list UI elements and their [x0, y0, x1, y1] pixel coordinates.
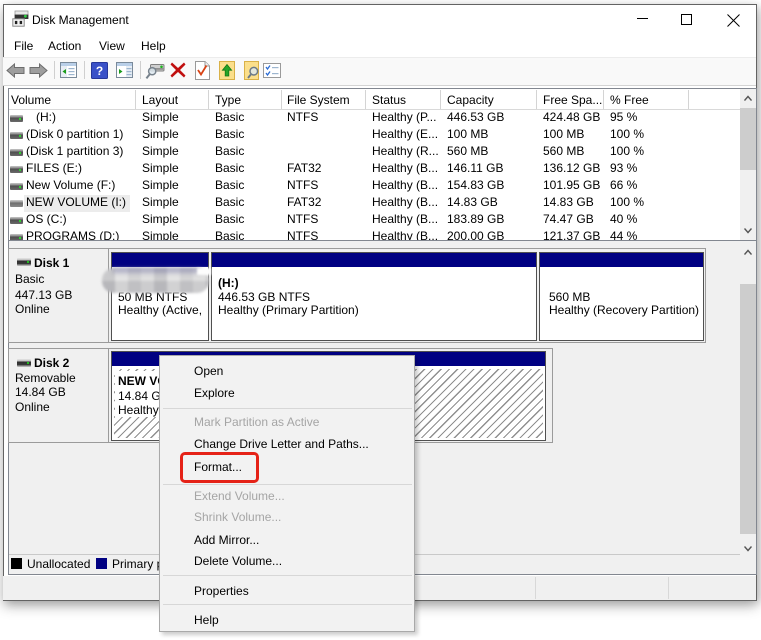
- svg-text:?: ?: [96, 64, 103, 78]
